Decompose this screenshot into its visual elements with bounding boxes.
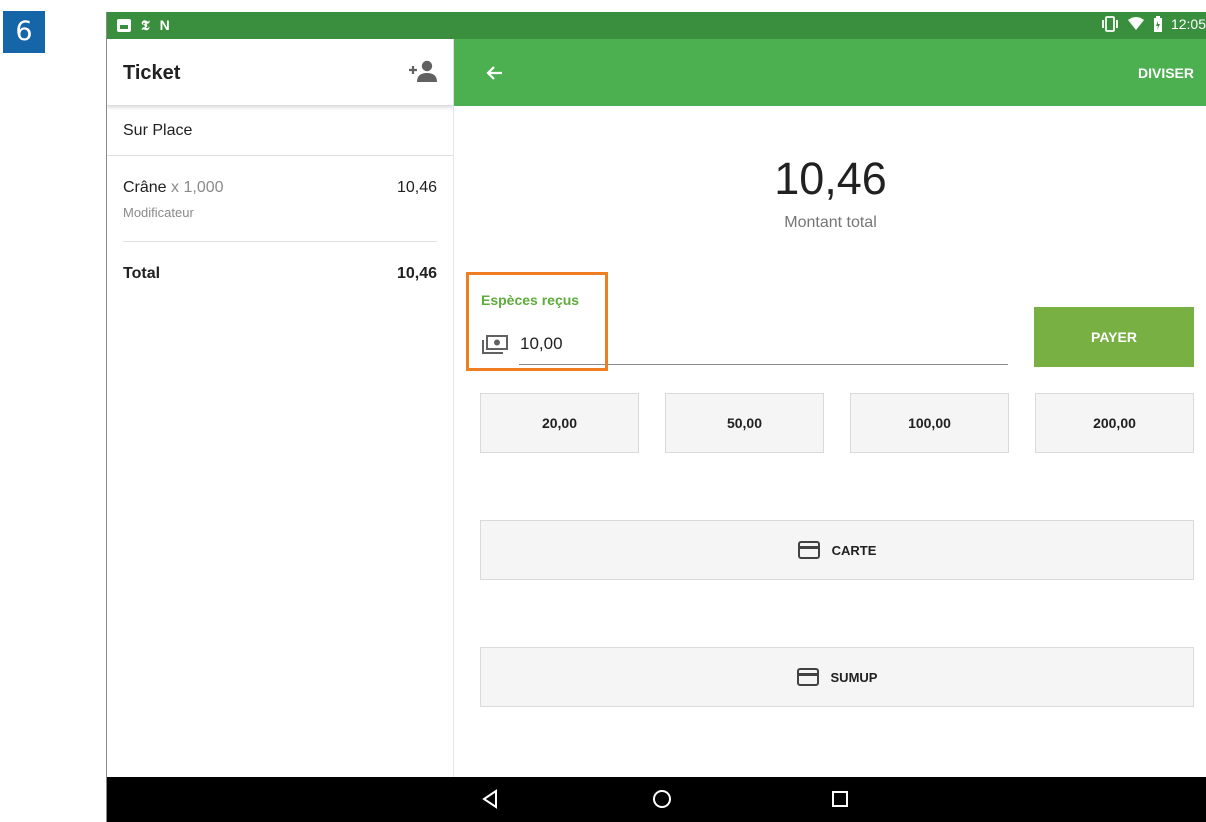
split-button[interactable]: DIVISER — [1138, 65, 1194, 81]
item-modifier: Modificateur — [123, 205, 194, 220]
item-quantity: x 1,000 — [171, 179, 224, 196]
item-name: Crâne — [123, 179, 167, 196]
quick-amount-button[interactable]: 100,00 — [850, 393, 1009, 453]
vibrate-icon — [1102, 16, 1118, 32]
dining-option[interactable]: Sur Place — [107, 106, 453, 156]
quick-amount-button[interactable]: 200,00 — [1035, 393, 1194, 453]
news-icon: 𝕿 — [141, 17, 150, 33]
wifi-icon — [1127, 17, 1144, 30]
ticket-item[interactable]: Crâne x 1,000 Modificateur 10,46 — [123, 156, 437, 242]
credit-card-icon — [796, 668, 819, 686]
credit-card-icon — [797, 541, 820, 559]
status-bar: 𝕿 N 12:05 — [107, 12, 1206, 39]
nav-back-icon[interactable] — [475, 786, 505, 812]
nav-home-icon[interactable] — [647, 786, 677, 812]
tablet-screen: 𝕿 N 12:05 Ticket Sur Place Crâne x 1,000… — [106, 12, 1206, 822]
image-icon — [117, 19, 131, 32]
page: 6 𝕿 N 12:05 Ticket Sur Place Crâne x 1,0… — [0, 0, 1206, 822]
navigation-bar — [107, 777, 1206, 822]
cash-icon — [482, 335, 508, 354]
total-amount: 10,46 — [774, 153, 887, 204]
cash-received-input[interactable] — [519, 323, 1008, 365]
payment-panel: DIVISER 10,46 Montant total Espèces reçu… — [454, 39, 1206, 777]
ticket-title: Ticket — [123, 62, 181, 84]
ticket-header: Ticket — [107, 39, 453, 106]
battery-icon — [1153, 16, 1162, 32]
total-label: Total — [123, 265, 161, 282]
quick-amount-button[interactable]: 50,00 — [665, 393, 824, 453]
card-payment-label: CARTE — [831, 542, 877, 558]
step-number-badge: 6 — [3, 11, 45, 53]
nav-recent-apps-icon[interactable] — [825, 786, 855, 812]
sumup-payment-label: SUMUP — [830, 669, 878, 685]
clock: 12:05 — [1170, 16, 1206, 32]
ticket-panel: Ticket Sur Place Crâne x 1,000 Modificat… — [107, 39, 454, 777]
cash-received-label: Espèces reçus — [481, 292, 580, 308]
total-value: 10,46 — [396, 265, 437, 282]
payment-app-bar: DIVISER — [454, 39, 1206, 106]
notification-icons: 𝕿 N — [117, 16, 170, 35]
card-payment-button[interactable]: CARTE — [480, 520, 1194, 580]
add-customer-icon[interactable] — [407, 58, 439, 86]
total-amount-label: Montant total — [784, 214, 877, 231]
pay-button[interactable]: PAYER — [1034, 307, 1194, 367]
item-price: 10,46 — [396, 179, 437, 196]
n-icon: N — [159, 17, 170, 33]
sumup-payment-button[interactable]: SUMUP — [480, 647, 1194, 707]
back-arrow-icon[interactable] — [482, 60, 508, 86]
total-row: Total 10,46 — [123, 242, 437, 282]
system-icons: 12:05 — [1101, 16, 1206, 32]
quick-amount-button[interactable]: 20,00 — [480, 393, 639, 453]
